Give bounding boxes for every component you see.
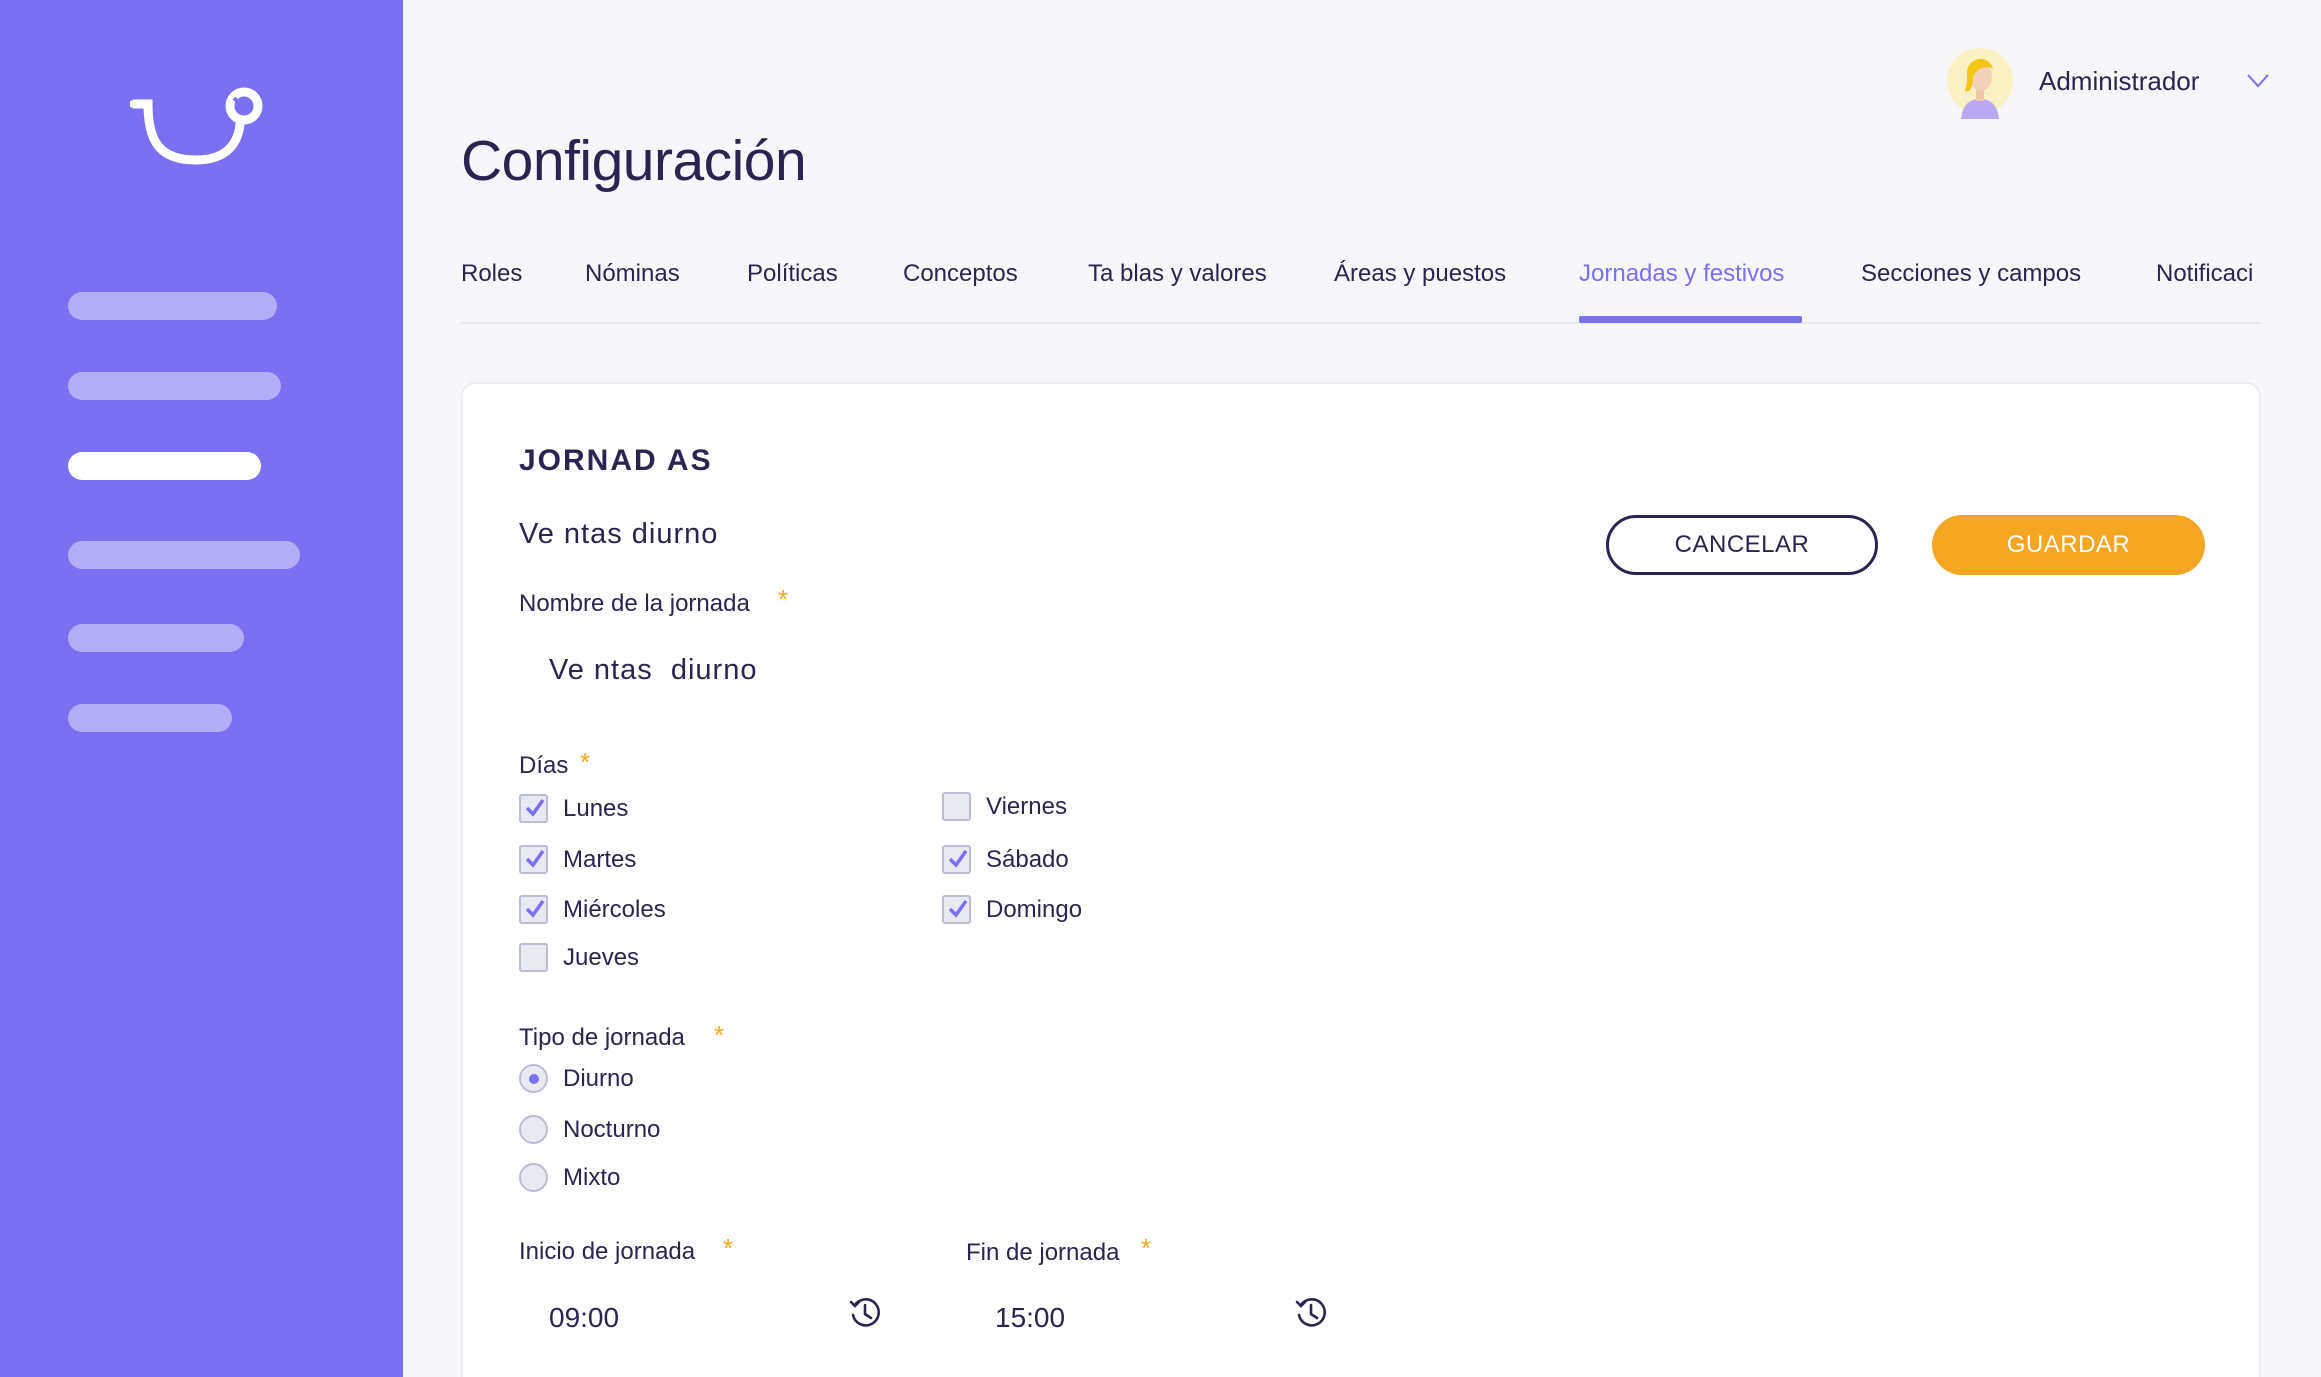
- day-checkbox-martes[interactable]: Martes: [519, 845, 636, 874]
- page-title: Configuración: [461, 129, 807, 193]
- type-radio-nocturno[interactable]: Nocturno: [519, 1115, 660, 1144]
- sidebar-item-4[interactable]: [68, 541, 300, 569]
- app-logo-icon: [130, 87, 263, 165]
- sidebar-item-6[interactable]: [68, 704, 232, 732]
- day-checkbox-domingo[interactable]: Domingo: [942, 895, 1082, 924]
- radio-selected-dot: [529, 1074, 539, 1084]
- check-icon: [525, 798, 545, 817]
- type-label: Tipo de jornada: [519, 1024, 685, 1051]
- end-time-input[interactable]: [965, 1282, 1315, 1354]
- tab-areas-puestos[interactable]: Áreas y puestos: [1334, 260, 1506, 288]
- cancel-button[interactable]: CANCELAR: [1606, 515, 1878, 575]
- sidebar-item-2[interactable]: [68, 372, 281, 400]
- tab-jornadas-festivos[interactable]: Jornadas y festivos: [1579, 260, 1784, 288]
- tab-tablas-valores[interactable]: Ta blas y valores: [1088, 260, 1267, 288]
- check-icon: [948, 849, 968, 868]
- check-icon: [525, 899, 545, 918]
- jornada-subtitle: Ve ntas diurno: [519, 518, 719, 550]
- save-button[interactable]: GUARDAR: [1932, 515, 2205, 575]
- check-icon: [948, 899, 968, 918]
- tab-nominas[interactable]: Nóminas: [585, 260, 680, 288]
- name-label: Nombre de la jornada: [519, 590, 750, 617]
- end-label: Fin de jornada: [966, 1239, 1120, 1266]
- user-menu[interactable]: Administrador: [1947, 40, 2270, 122]
- required-mark: *: [714, 1020, 725, 1050]
- required-mark: *: [580, 747, 591, 777]
- chevron-down-icon[interactable]: [2247, 73, 2270, 89]
- clock-icon[interactable]: [1294, 1296, 1328, 1330]
- check-icon: [525, 849, 545, 868]
- jornada-name-input[interactable]: [519, 634, 1119, 706]
- sidebar-item-5[interactable]: [68, 624, 244, 652]
- user-name: Administrador: [2039, 65, 2200, 96]
- sidebar: [0, 0, 403, 1377]
- required-mark: *: [723, 1233, 734, 1263]
- required-mark: *: [778, 584, 789, 614]
- type-radio-diurno[interactable]: Diurno: [519, 1064, 634, 1093]
- active-tab-indicator: [1579, 316, 1802, 323]
- tab-roles[interactable]: Roles: [461, 260, 522, 288]
- sidebar-item-3-active[interactable]: [68, 452, 261, 480]
- tab-secciones-campos[interactable]: Secciones y campos: [1861, 260, 2081, 288]
- start-time-input[interactable]: [519, 1282, 869, 1354]
- tab-conceptos[interactable]: Conceptos: [903, 260, 1018, 288]
- days-label: Días: [519, 752, 569, 779]
- day-checkbox-sabado[interactable]: Sábado: [942, 845, 1069, 874]
- required-mark: *: [1141, 1233, 1152, 1263]
- type-radio-mixto[interactable]: Mixto: [519, 1163, 620, 1192]
- sidebar-item-1[interactable]: [68, 292, 277, 320]
- clock-icon[interactable]: [848, 1296, 882, 1330]
- tab-politicas[interactable]: Políticas: [747, 260, 838, 288]
- start-label: Inicio de jornada: [519, 1238, 696, 1265]
- day-checkbox-lunes[interactable]: Lunes: [519, 794, 628, 823]
- day-checkbox-jueves[interactable]: Jueves: [519, 943, 639, 972]
- jornada-form-card: JORNAD AS Ve ntas diurno CANCELAR GUARDA…: [461, 382, 2261, 1377]
- avatar-icon: [1947, 48, 2013, 119]
- tab-notificaciones[interactable]: Notificaci: [2156, 260, 2253, 288]
- tab-bar: Roles Nóminas Políticas Conceptos Ta bla…: [461, 240, 2261, 324]
- day-checkbox-viernes[interactable]: Viernes: [942, 792, 1067, 821]
- day-checkbox-miercoles[interactable]: Miércoles: [519, 895, 666, 924]
- section-title: JORNAD AS: [519, 444, 713, 477]
